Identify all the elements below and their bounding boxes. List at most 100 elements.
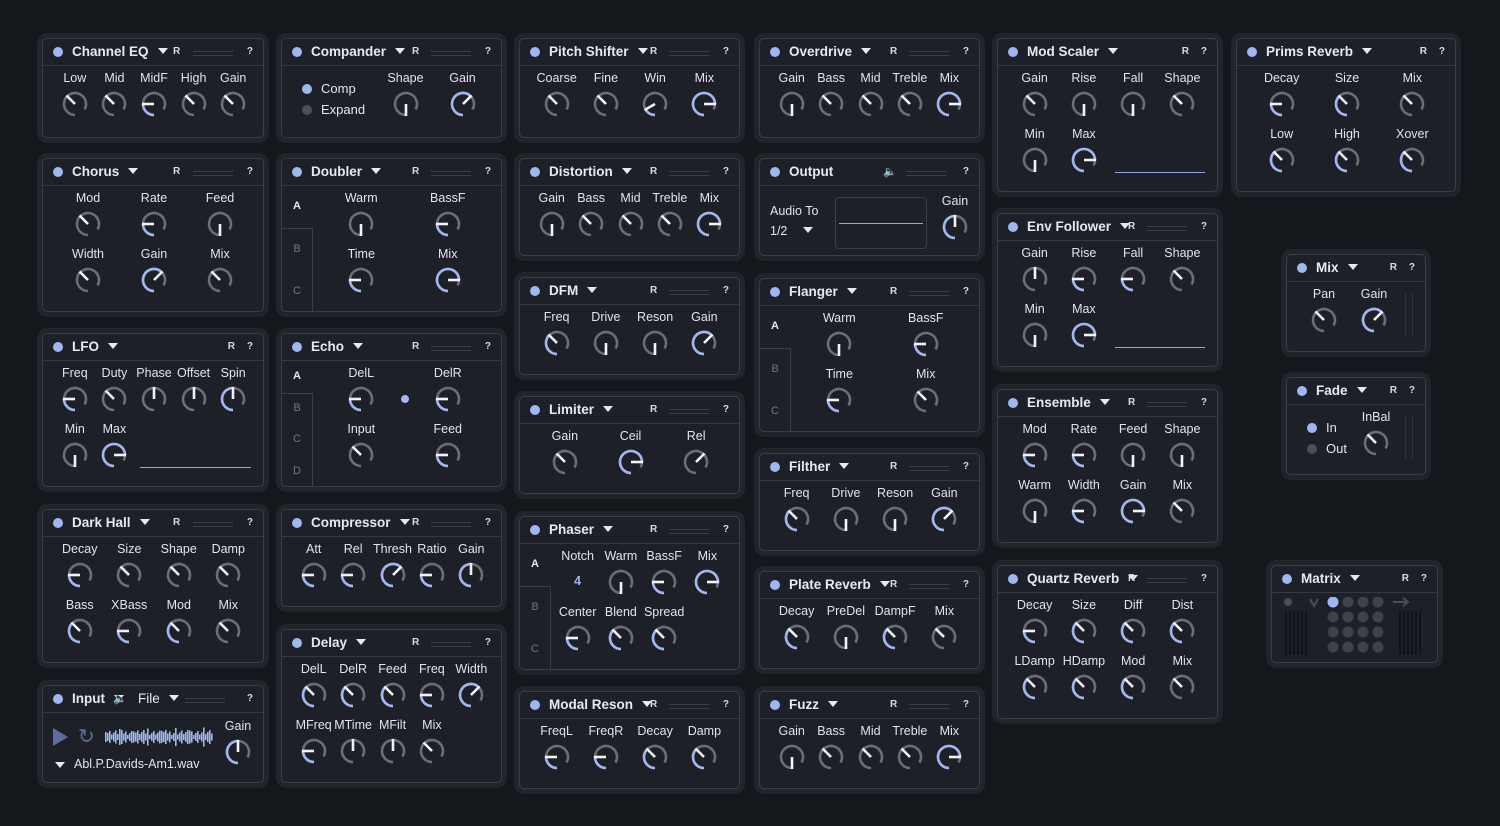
knob-bassf[interactable] <box>648 566 680 598</box>
panel-title[interactable]: Fade <box>1316 383 1367 398</box>
knob-mix[interactable] <box>1396 88 1428 120</box>
help-button[interactable]: ? <box>485 341 491 352</box>
reset-button[interactable]: R <box>1390 385 1397 396</box>
reset-button[interactable]: R <box>228 341 235 352</box>
help-button[interactable]: ? <box>963 579 969 590</box>
power-toggle[interactable] <box>770 580 780 590</box>
power-toggle[interactable] <box>292 638 302 648</box>
knob-ceil[interactable] <box>615 446 647 478</box>
panel-title[interactable]: Echo <box>311 339 364 354</box>
knob-delr[interactable] <box>432 383 464 415</box>
help-button[interactable]: ? <box>723 699 729 710</box>
waveform[interactable] <box>105 726 213 748</box>
tab-b[interactable]: B <box>760 363 790 375</box>
knob-mid[interactable] <box>855 88 887 120</box>
power-toggle[interactable] <box>292 167 302 177</box>
reset-button[interactable]: R <box>650 404 657 415</box>
help-button[interactable]: ? <box>1201 46 1207 57</box>
knob-warm[interactable] <box>605 566 637 598</box>
panel-title[interactable]: Quartz Reverb <box>1027 571 1139 586</box>
chevron-down-icon[interactable] <box>839 463 850 469</box>
knob-shape[interactable] <box>1166 439 1198 471</box>
panel-title[interactable]: Compander <box>311 44 406 59</box>
help-button[interactable]: ? <box>1409 385 1415 396</box>
chevron-down-icon[interactable] <box>356 639 367 645</box>
reset-button[interactable]: R <box>1420 46 1427 57</box>
knob-input[interactable] <box>345 439 377 471</box>
power-toggle[interactable] <box>292 518 302 528</box>
power-toggle[interactable] <box>530 47 540 57</box>
knob-decay[interactable] <box>781 621 813 653</box>
source-dropdown[interactable]: File <box>138 691 179 706</box>
power-toggle[interactable] <box>530 525 540 535</box>
reset-button[interactable]: R <box>173 46 180 57</box>
power-toggle[interactable] <box>770 700 780 710</box>
audio-to-select[interactable]: 1/2 <box>770 224 814 238</box>
knob-predel[interactable] <box>830 621 862 653</box>
reset-button[interactable]: R <box>1402 573 1409 584</box>
knob-warm[interactable] <box>823 328 855 360</box>
power-toggle[interactable] <box>1008 398 1018 408</box>
power-toggle[interactable] <box>1008 574 1018 584</box>
power-toggle[interactable] <box>53 47 63 57</box>
reset-button[interactable]: R <box>650 699 657 710</box>
reset-button[interactable]: R <box>412 341 419 352</box>
power-toggle[interactable] <box>53 167 63 177</box>
help-button[interactable]: ? <box>963 699 969 710</box>
knob-dell[interactable] <box>345 383 377 415</box>
panel-title[interactable]: Compressor <box>311 515 410 530</box>
file-chevron-icon[interactable] <box>55 762 65 768</box>
knob-feed[interactable] <box>204 208 236 240</box>
knob-xbass[interactable] <box>113 615 145 647</box>
knob-decay[interactable] <box>1266 88 1298 120</box>
power-toggle[interactable] <box>770 287 780 297</box>
knob-gain[interactable] <box>776 741 808 773</box>
reset-button[interactable]: R <box>650 524 657 535</box>
knob-mix[interactable] <box>212 615 244 647</box>
chevron-down-icon[interactable] <box>861 48 872 54</box>
chevron-down-icon[interactable] <box>395 48 406 54</box>
knob-mfreq[interactable] <box>298 735 330 767</box>
reset-button[interactable]: R <box>650 46 657 57</box>
file-name[interactable]: Abl.P.Davids-Am1.wav <box>74 757 200 771</box>
knob-fall[interactable] <box>1117 88 1149 120</box>
help-button[interactable]: ? <box>485 637 491 648</box>
panel-title[interactable]: Output <box>789 164 833 179</box>
power-toggle[interactable] <box>770 47 780 57</box>
knob-freq[interactable] <box>416 679 448 711</box>
chevron-down-icon[interactable] <box>1362 48 1373 54</box>
knob-fall[interactable] <box>1117 263 1149 295</box>
power-toggle[interactable] <box>53 694 63 704</box>
tab-a[interactable]: A <box>760 320 790 332</box>
panel-title[interactable]: Mix <box>1316 260 1358 275</box>
knob-warm[interactable] <box>345 208 377 240</box>
knob-mix[interactable] <box>928 621 960 653</box>
tab-c[interactable]: C <box>282 433 312 445</box>
knob-mix[interactable] <box>688 88 720 120</box>
help-button[interactable]: ? <box>1439 46 1445 57</box>
reset-button[interactable]: R <box>412 166 419 177</box>
knob-width[interactable] <box>72 264 104 296</box>
panel-title[interactable]: Modal Reson <box>549 697 653 712</box>
knob-max[interactable] <box>98 439 130 471</box>
help-button[interactable]: ? <box>485 166 491 177</box>
panel-title[interactable]: Prims Reverb <box>1266 44 1373 59</box>
knob-spin[interactable] <box>217 383 249 415</box>
knob-mod[interactable] <box>163 615 195 647</box>
play-icon[interactable] <box>53 728 68 746</box>
knob-gain[interactable] <box>217 88 249 120</box>
knob-time[interactable] <box>345 264 377 296</box>
loop-icon[interactable]: ↻ <box>78 724 95 749</box>
knob-freql[interactable] <box>541 741 573 773</box>
knob-drive[interactable] <box>830 503 862 535</box>
knob-gain[interactable] <box>222 736 254 768</box>
knob-mix[interactable] <box>1166 671 1198 703</box>
knob-treble[interactable] <box>894 88 926 120</box>
panel-title[interactable]: Overdrive <box>789 44 872 59</box>
reset-button[interactable]: R <box>890 699 897 710</box>
knob-freq[interactable] <box>541 327 573 359</box>
help-button[interactable]: ? <box>963 166 969 177</box>
speaker-icon[interactable]: 🔈 <box>883 165 897 178</box>
knob-treble[interactable] <box>654 208 686 240</box>
chevron-down-icon[interactable] <box>1347 264 1358 270</box>
